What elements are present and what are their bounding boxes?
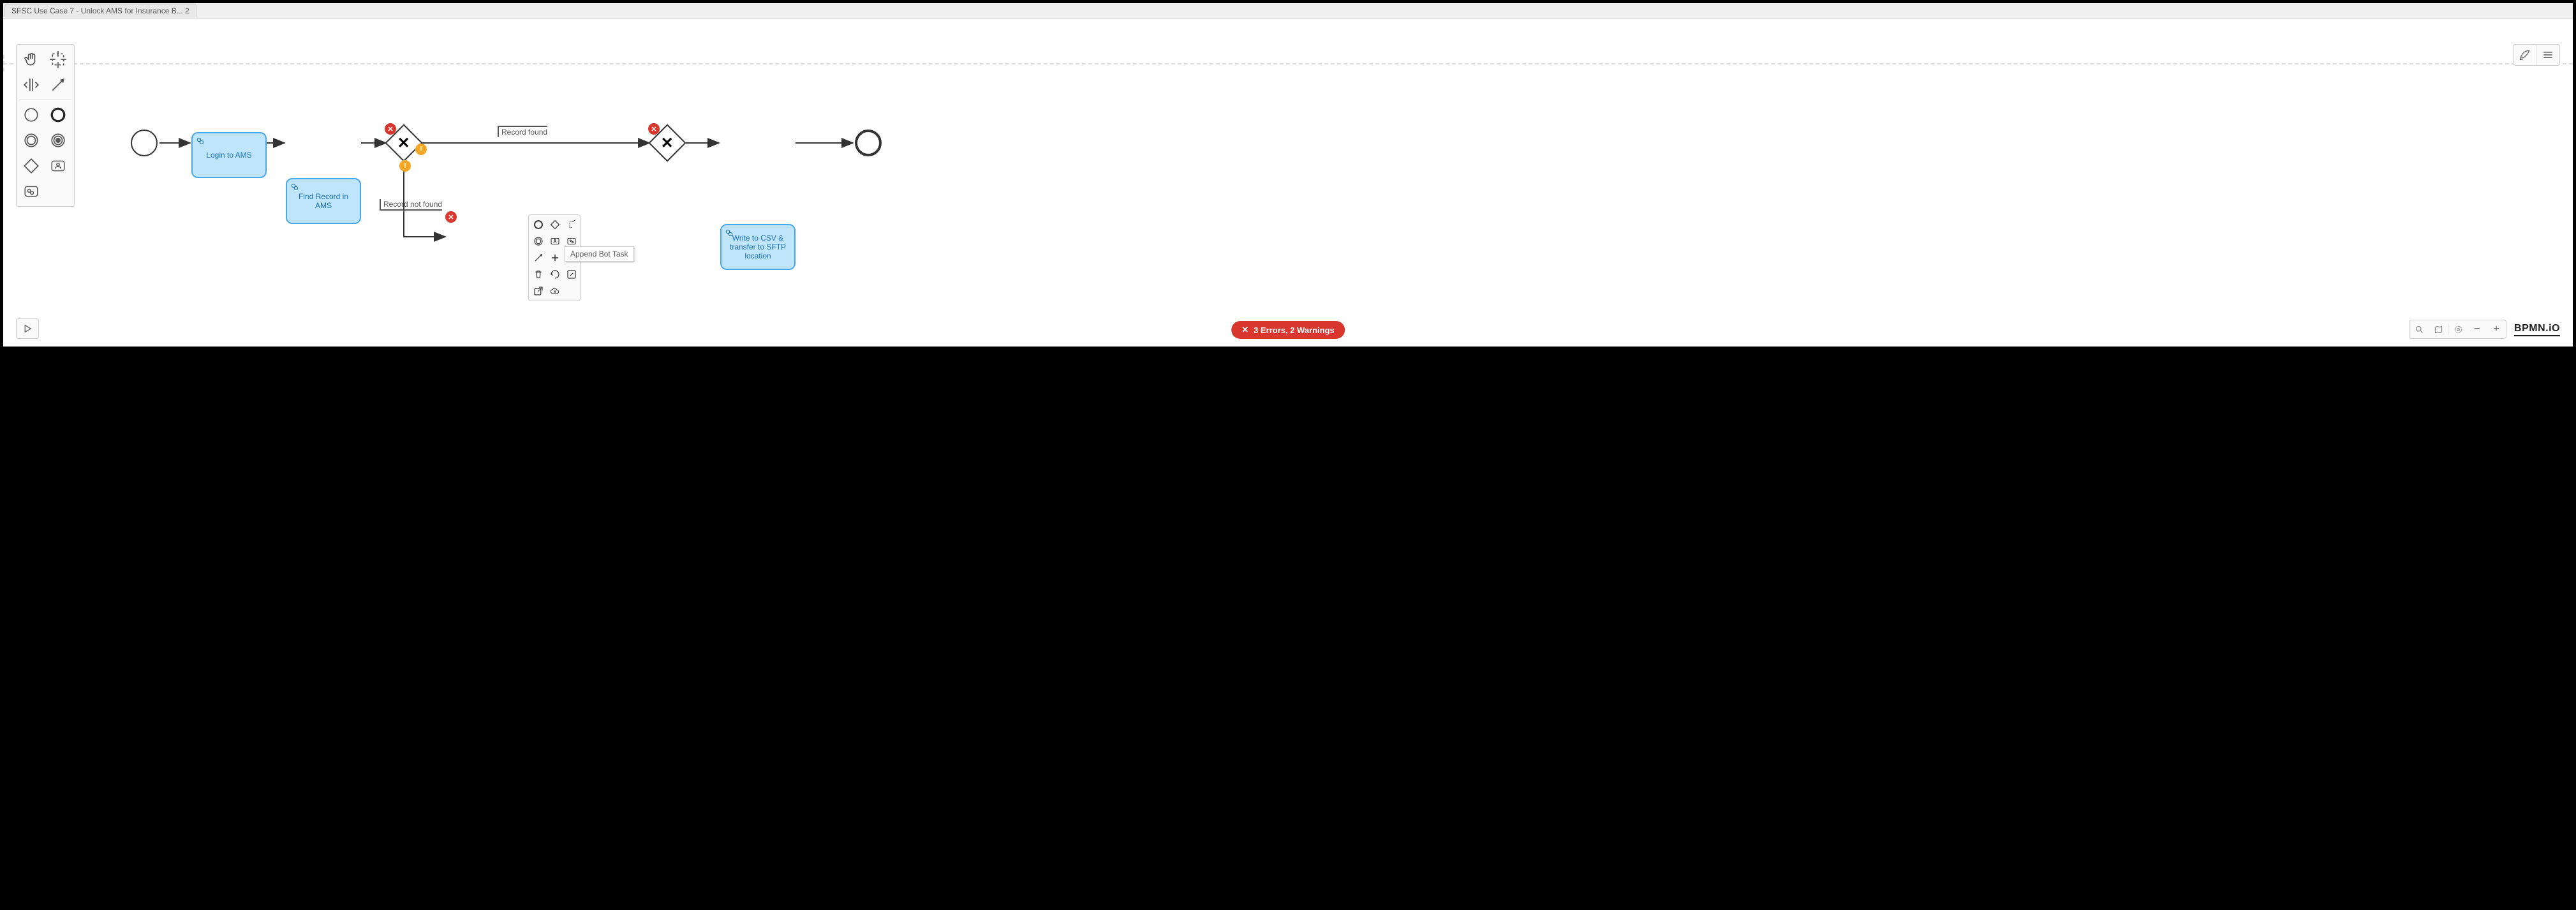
x-icon: ✕ xyxy=(1241,325,1248,335)
bpmn-logo[interactable]: BPMN.iO xyxy=(2514,323,2560,336)
gear-icon xyxy=(290,182,300,192)
warning-badge-icon[interactable]: ! xyxy=(415,144,427,155)
canvas[interactable]: Login to AMS Find Record in AMS ✕ ✕ ! ! … xyxy=(3,19,2573,347)
append-plus[interactable] xyxy=(548,251,562,265)
cloud-action[interactable] xyxy=(548,284,562,298)
open-external-button[interactable] xyxy=(531,284,545,298)
task-label: Find Record in AMS xyxy=(291,192,356,210)
document-tab[interactable]: SFSC Use Case 7 - Unlock AMS for Insuran… xyxy=(4,4,196,17)
view-tools: − + xyxy=(2409,320,2506,339)
gear-icon xyxy=(724,228,734,238)
append-user-task[interactable] xyxy=(548,234,562,248)
validation-status[interactable]: ✕ 3 Errors, 2 Warnings xyxy=(1231,321,1345,339)
gateway-record-check[interactable]: ✕ xyxy=(390,130,417,156)
append-gateway[interactable] xyxy=(548,218,562,232)
fit-viewport-button[interactable] xyxy=(2448,320,2468,338)
bottom-toolbar: − + BPMN.iO xyxy=(2409,320,2560,339)
error-badge-icon[interactable]: ✕ xyxy=(648,123,660,135)
x-icon: ✕ xyxy=(397,133,410,152)
zoom-out-button[interactable]: − xyxy=(2468,320,2487,338)
simulate-button[interactable] xyxy=(16,318,39,339)
edge-label-not-found: Record not found xyxy=(380,199,442,211)
app-frame: SFSC Use Case 7 - Unlock AMS for Insuran… xyxy=(2,2,2574,348)
append-end-event[interactable] xyxy=(531,218,545,232)
task-find-record[interactable]: Find Record in AMS xyxy=(286,178,361,224)
task-write-csv[interactable]: Write to CSV & transfer to SFTP location xyxy=(720,224,796,270)
end-event[interactable] xyxy=(855,130,882,156)
task-login-ams[interactable]: Login to AMS xyxy=(191,132,267,178)
x-icon: ✕ xyxy=(661,133,674,152)
start-event[interactable] xyxy=(131,130,158,156)
task-label: Write to CSV & transfer to SFTP location xyxy=(725,234,790,260)
task-label: Login to AMS xyxy=(206,151,251,160)
delete-button[interactable] xyxy=(531,267,545,281)
append-text-annotation[interactable] xyxy=(565,218,579,232)
edit-button[interactable] xyxy=(565,267,579,281)
search-button[interactable] xyxy=(2409,320,2429,338)
warning-badge-icon[interactable]: ! xyxy=(399,160,411,172)
tab-title: SFSC Use Case 7 - Unlock AMS for Insuran… xyxy=(11,6,189,15)
append-intermediate-event[interactable] xyxy=(531,234,545,248)
status-text: 3 Errors, 2 Warnings xyxy=(1254,325,1335,335)
minimap-button[interactable] xyxy=(2429,320,2448,338)
gateway-merge[interactable]: ✕ xyxy=(654,130,681,156)
error-badge-icon[interactable]: ✕ xyxy=(385,123,396,135)
edge-label-found: Record found xyxy=(498,126,547,137)
diagram: Login to AMS Find Record in AMS ✕ ✕ ! ! … xyxy=(3,19,2573,347)
gear-icon xyxy=(195,136,205,146)
tab-bar: SFSC Use Case 7 - Unlock AMS for Insuran… xyxy=(3,3,2573,19)
context-pad-tooltip: Append Bot Task xyxy=(565,246,634,262)
error-badge-icon[interactable]: ✕ xyxy=(445,211,457,223)
undo-button[interactable] xyxy=(548,267,562,281)
zoom-in-button[interactable]: + xyxy=(2487,320,2506,338)
connect-tool[interactable] xyxy=(531,251,545,265)
play-icon xyxy=(22,323,33,334)
